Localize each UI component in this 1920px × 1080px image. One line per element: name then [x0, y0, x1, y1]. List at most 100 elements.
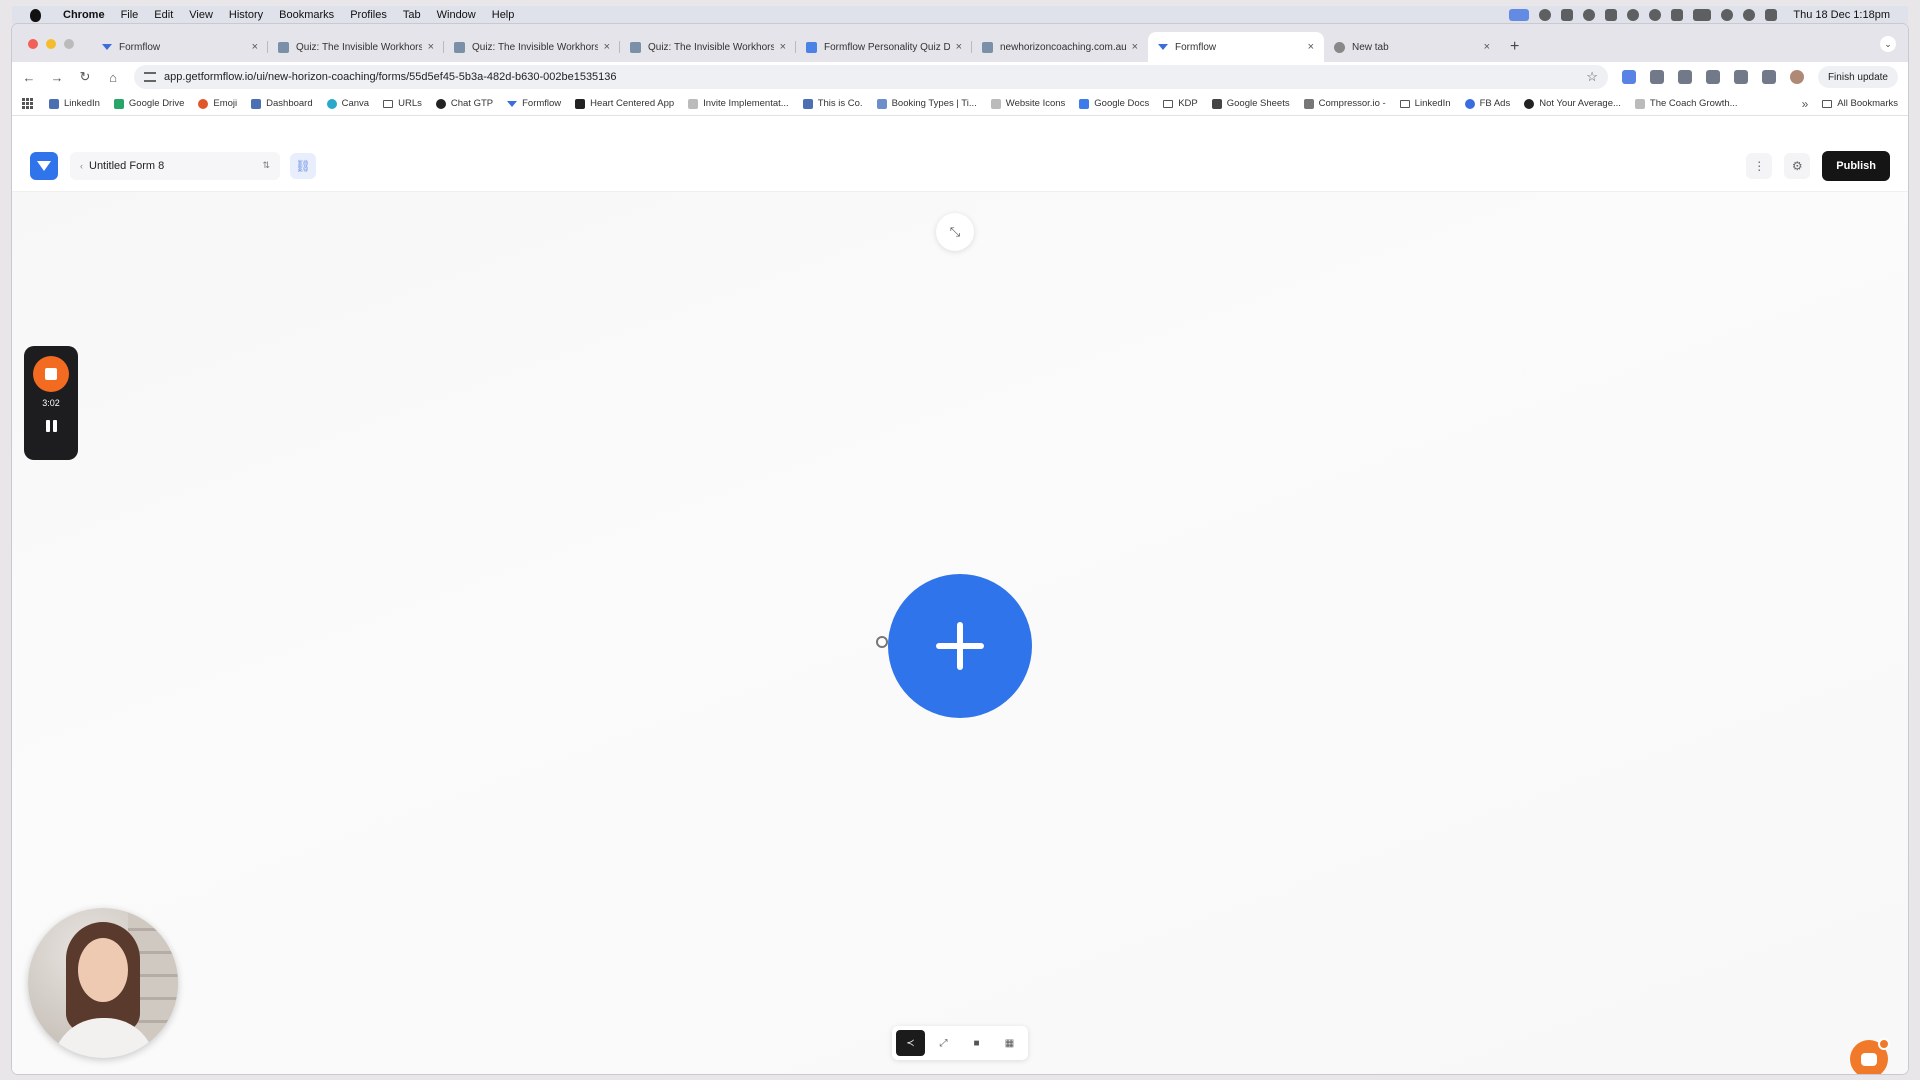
bookmark-item[interactable]: Not Your Average...: [1524, 98, 1621, 109]
browser-tab[interactable]: Quiz: The Invisible Workhors ×: [444, 32, 620, 62]
layout-button[interactable]: ▦: [995, 1030, 1024, 1056]
pen-extension-icon[interactable]: [1649, 70, 1664, 84]
puzzle-extensions-icon[interactable]: [1733, 70, 1748, 84]
formflow-logo-icon[interactable]: [30, 151, 58, 180]
form-selector[interactable]: ‹ Untitled Form 8 ⇅: [70, 151, 280, 180]
close-window-button[interactable]: [28, 39, 38, 49]
bookmark-item[interactable]: Google Docs: [1079, 98, 1149, 109]
browser-tab[interactable]: New tab ×: [1324, 32, 1500, 62]
browser-tab[interactable]: Quiz: The Invisible Workhors ×: [620, 32, 796, 62]
bookmark-item[interactable]: Compressor.io -: [1303, 98, 1386, 109]
preview-button[interactable]: ■: [962, 1030, 991, 1056]
menu-bookmarks[interactable]: Bookmarks: [279, 9, 334, 21]
menu-tab[interactable]: Tab: [403, 9, 421, 21]
menubar-clock[interactable]: Thu 18 Dec 1:18pm: [1793, 9, 1890, 21]
extension-icon[interactable]: [1705, 70, 1720, 84]
bookmark-item[interactable]: FB Ads: [1464, 98, 1510, 109]
bookmark-star-icon[interactable]: ☆: [1586, 69, 1598, 85]
browser-tab[interactable]: Formflow Personality Quiz De ×: [796, 32, 972, 62]
wifi-icon[interactable]: [1721, 9, 1734, 21]
browser-tab[interactable]: Formflow ×: [92, 32, 268, 62]
close-tab-icon[interactable]: ×: [1132, 41, 1138, 53]
status-icon[interactable]: [1539, 9, 1552, 21]
bookmark-item[interactable]: Dashboard: [251, 98, 313, 109]
bookmark-item[interactable]: Booking Types | Ti...: [876, 98, 977, 109]
close-tab-icon[interactable]: ×: [252, 41, 258, 53]
stop-recording-button[interactable]: [33, 356, 69, 392]
reload-icon[interactable]: ↻: [78, 69, 92, 85]
screen-recorder-icon[interactable]: [1509, 9, 1530, 21]
more-options-icon[interactable]: ⋮: [1746, 152, 1773, 179]
tab-search-icon[interactable]: ⌄: [1880, 36, 1896, 52]
bookmark-item[interactable]: Formflow: [507, 98, 561, 109]
fit-view-button[interactable]: ⤢: [929, 1030, 958, 1056]
minimize-window-button[interactable]: [46, 39, 56, 49]
site-info-icon[interactable]: [144, 72, 156, 82]
menu-file[interactable]: File: [121, 9, 139, 21]
search-icon[interactable]: [1743, 9, 1756, 21]
share-link-button[interactable]: ⛓: [290, 152, 316, 179]
status-icon[interactable]: [1605, 9, 1618, 21]
add-block-button[interactable]: [888, 574, 1032, 718]
back-icon[interactable]: ←: [22, 70, 36, 85]
extension-icon[interactable]: [1677, 70, 1692, 84]
menu-history[interactable]: History: [229, 9, 263, 21]
menu-help[interactable]: Help: [492, 9, 515, 21]
close-tab-icon[interactable]: ×: [956, 41, 962, 53]
forward-icon[interactable]: →: [50, 70, 64, 85]
close-tab-icon[interactable]: ×: [780, 41, 786, 53]
extension-icon[interactable]: [1621, 70, 1636, 84]
bookmark-folder[interactable]: URLs: [383, 98, 422, 109]
close-tab-icon[interactable]: ×: [604, 41, 610, 53]
settings-gear-icon[interactable]: ⚙: [1784, 152, 1811, 179]
status-icon[interactable]: [1583, 9, 1596, 21]
menu-profiles[interactable]: Profiles: [350, 9, 387, 21]
more-bookmarks-icon[interactable]: »: [1802, 97, 1809, 111]
menu-edit[interactable]: Edit: [154, 9, 173, 21]
pause-recording-button[interactable]: [45, 420, 57, 432]
menu-view[interactable]: View: [189, 9, 213, 21]
apps-grid-icon[interactable]: [22, 98, 33, 109]
bookmark-item[interactable]: Emoji: [198, 98, 237, 109]
browser-tab-active[interactable]: Formflow ×: [1148, 32, 1324, 62]
bookmark-item[interactable]: This is Co.: [802, 98, 863, 109]
bookmark-item[interactable]: Canva: [326, 98, 369, 109]
bookmark-item[interactable]: Heart Centered App: [575, 98, 674, 109]
close-tab-icon[interactable]: ×: [428, 41, 434, 53]
url-text[interactable]: app.getformflow.io/ui/new-horizon-coachi…: [164, 71, 1586, 83]
finish-update-button[interactable]: Finish update: [1817, 66, 1898, 88]
moon-icon[interactable]: [1649, 9, 1662, 21]
all-bookmarks-folder[interactable]: All Bookmarks: [1822, 98, 1898, 109]
apple-icon[interactable]: [30, 8, 41, 22]
close-tab-icon[interactable]: ×: [1308, 41, 1314, 53]
bookmark-item[interactable]: The Coach Growth...: [1634, 98, 1738, 109]
bluetooth-icon[interactable]: [1671, 9, 1684, 21]
profile-avatar-icon[interactable]: [1789, 70, 1804, 84]
zoom-window-button[interactable]: [64, 39, 74, 49]
control-center-icon[interactable]: [1765, 9, 1778, 21]
form-builder-canvas[interactable]: ⤡ ≺ ⤢ ■ ▦: [12, 192, 1908, 1074]
bookmark-item[interactable]: LinkedIn: [49, 98, 100, 109]
collapse-icon[interactable]: ⤡: [936, 213, 974, 251]
download-icon[interactable]: [1761, 70, 1776, 84]
publish-button[interactable]: Publish: [1822, 150, 1890, 181]
status-icon[interactable]: [1561, 9, 1574, 21]
status-icon[interactable]: [1627, 9, 1640, 21]
new-tab-button[interactable]: +: [1500, 38, 1519, 62]
address-bar[interactable]: app.getformflow.io/ui/new-horizon-coachi…: [134, 65, 1608, 89]
battery-icon[interactable]: [1693, 9, 1712, 21]
bookmark-folder[interactable]: KDP: [1163, 98, 1198, 109]
bookmark-item[interactable]: Website Icons: [990, 98, 1065, 109]
browser-tab[interactable]: newhorizoncoaching.com.au ×: [972, 32, 1148, 62]
bookmark-item[interactable]: Invite Implementat...: [688, 98, 789, 109]
support-chat-button[interactable]: [1850, 1038, 1890, 1074]
bookmark-item[interactable]: Google Drive: [113, 98, 184, 109]
menu-window[interactable]: Window: [437, 9, 476, 21]
webcam-bubble[interactable]: [28, 908, 178, 1058]
browser-tab[interactable]: Quiz: The Invisible Workhors ×: [268, 32, 444, 62]
bookmark-item[interactable]: Google Sheets: [1211, 98, 1290, 109]
menu-chrome[interactable]: Chrome: [63, 9, 105, 21]
bookmark-folder[interactable]: LinkedIn: [1399, 98, 1451, 109]
close-tab-icon[interactable]: ×: [1484, 41, 1490, 53]
home-icon[interactable]: ⌂: [106, 70, 120, 85]
